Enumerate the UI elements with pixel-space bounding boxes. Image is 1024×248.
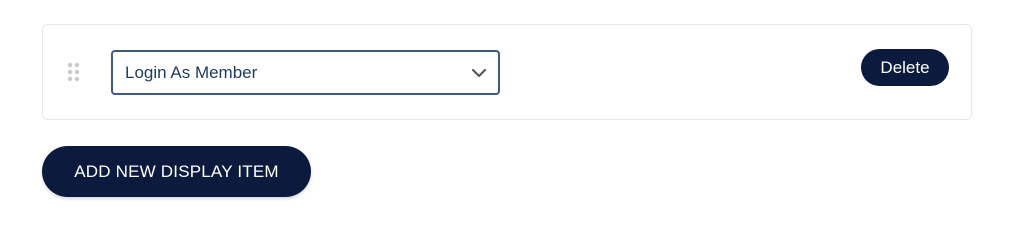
select-value: Login As Member <box>125 63 258 82</box>
delete-button[interactable]: Delete <box>861 49 949 86</box>
chevron-down-icon <box>471 66 487 80</box>
display-item-card: Login As Member Delete <box>42 24 972 120</box>
add-new-display-item-button[interactable]: ADD NEW DISPLAY ITEM <box>42 146 311 197</box>
display-items-panel: Login As Member Delete ADD NEW DISPLAY I… <box>0 0 1024 248</box>
drag-handle-icon[interactable] <box>67 62 81 82</box>
display-item-select[interactable]: Login As Member <box>111 50 500 95</box>
